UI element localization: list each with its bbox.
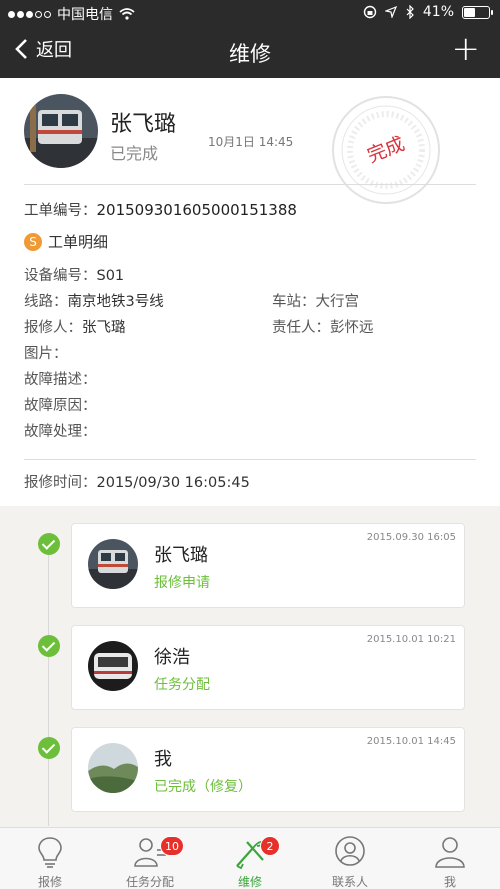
timeline-name: 张飞璐 (154, 545, 208, 566)
timeline-action: 报修申请 (154, 575, 210, 591)
timeline-time: 2015.10.01 14:45 (366, 736, 456, 747)
add-button[interactable]: + (452, 32, 481, 66)
status-bar: 中国电信 41% (0, 0, 500, 26)
tab-task-assignment[interactable]: 10 任务分配 (100, 828, 200, 889)
divider (24, 459, 476, 460)
rotation-lock-icon (363, 5, 377, 19)
carrier-name: 中国电信 (57, 7, 113, 23)
repair-count-badge: 2 (260, 836, 280, 856)
timeline-line (48, 536, 49, 826)
check-icon (38, 533, 60, 555)
tab-label: 我 (443, 875, 456, 889)
tab-contacts[interactable]: 联系人 (300, 828, 400, 889)
timeline-time: 2015.09.30 16:05 (366, 532, 456, 543)
image-label: 图片： (24, 346, 68, 362)
timeline-action: 已完成（修复） (154, 779, 252, 795)
wifi-icon (119, 8, 135, 20)
avatar (88, 539, 138, 589)
station-row: 车站：大行宫 (272, 290, 359, 311)
order-detail-card: 张飞璐 已完成 10月1日 14:45 完成 工单编号：201509301605… (0, 78, 500, 506)
order-number-value: 20150930160500015138​8 (96, 201, 297, 219)
page-title: 维修 (229, 42, 271, 66)
timeline-item[interactable]: 张飞璐 报修申请 2015.09.30 16:05 (71, 523, 465, 608)
line-label: 线路： (24, 294, 68, 310)
person-icon (435, 837, 465, 868)
section-header-detail: S 工单明细 (24, 231, 108, 252)
lightbulb-icon (38, 837, 62, 868)
timeline-time: 2015.10.01 10:21 (366, 634, 456, 645)
device-row: 设备编号：S01 (24, 264, 124, 285)
timeline-name: 我 (154, 749, 172, 770)
reporter-value: 张飞璐 (82, 320, 126, 336)
tab-repair[interactable]: 2 维修 (200, 828, 300, 889)
timeline-item[interactable]: 徐浩 任务分配 2015.10.01 10:21 (71, 625, 465, 710)
line-value: 南京地铁3号线 (67, 294, 164, 310)
order-status: 已完成 (110, 144, 159, 163)
report-time-row: 报修时间：2015/09/30 16:05:45 (24, 471, 250, 492)
bottom-tab-bar: 报修 10 任务分配 2 维修 联系人 我 (0, 827, 500, 889)
reporter-name: 张飞璐 (110, 112, 177, 137)
tab-label: 报修 (37, 875, 62, 889)
responsible-row: 责任人：彭怀远 (272, 316, 374, 337)
fault-description-label: 故障描述： (24, 372, 97, 388)
task-count-badge: 10 (160, 836, 184, 856)
tab-me[interactable]: 我 (400, 828, 500, 889)
station-label: 车站： (272, 294, 316, 310)
section-badge-icon: S (24, 232, 42, 251)
signal-icon (8, 10, 51, 18)
avatar (88, 641, 138, 691)
timeline-action: 任务分配 (154, 677, 210, 693)
contact-icon (335, 836, 365, 866)
responsible-value: 彭怀远 (330, 320, 374, 336)
bluetooth-icon (406, 5, 414, 19)
location-icon (384, 6, 397, 18)
fault-cause-label: 故障原因： (24, 398, 97, 414)
progress-timeline: 张飞璐 报修申请 2015.09.30 16:05 徐浩 任务分配 2015.1… (0, 506, 500, 827)
report-time-value: 2015/09/30 16:05:45 (96, 475, 250, 491)
timeline-name: 徐浩 (154, 647, 190, 668)
reporter-label: 报修人： (24, 320, 82, 336)
status-time: 10月1日 14:45 (208, 135, 294, 149)
divider (24, 184, 476, 185)
section-title: 工单明细 (48, 233, 109, 251)
reporter-row: 报修人：张飞璐 (24, 316, 126, 337)
tab-label: 联系人 (331, 875, 368, 889)
fault-handling-label: 故障处理： (24, 424, 97, 440)
check-icon (38, 635, 60, 657)
timeline-item[interactable]: 我 已完成（修复） 2015.10.01 14:45 (71, 727, 465, 812)
check-icon (38, 737, 60, 759)
order-number-row: 工单编号：20150930160500015138​8 (24, 199, 297, 220)
battery-icon (462, 5, 493, 19)
report-time-label: 报修时间： (24, 475, 97, 491)
stamp-label: 完成 (364, 133, 407, 168)
station-value: 大行宫 (315, 294, 360, 310)
device-value: S01 (96, 268, 125, 284)
top-bar: 中国电信 41% 返回 维修 + (0, 0, 500, 78)
completed-stamp: 完成 (332, 96, 440, 204)
responsible-label: 责任人： (272, 320, 330, 336)
device-label: 设备编号： (24, 268, 97, 284)
tab-label: 任务分配 (125, 875, 174, 889)
tab-report[interactable]: 报修 (0, 828, 100, 889)
avatar (24, 94, 98, 168)
order-number-label: 工单编号： (24, 203, 97, 219)
line-row: 线路：南京地铁3号线 (24, 290, 164, 311)
avatar (88, 743, 138, 793)
battery-percent: 41% (422, 4, 454, 20)
tab-label: 维修 (237, 875, 262, 889)
nav-bar: 返回 维修 + (0, 26, 500, 78)
